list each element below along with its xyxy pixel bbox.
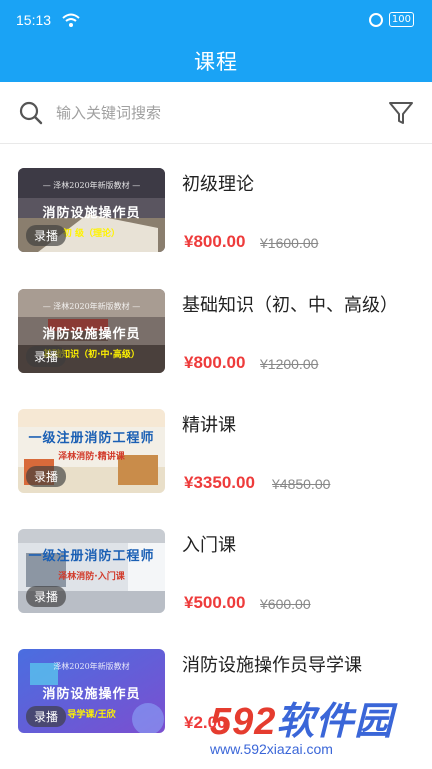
course-price: ¥2.00 (184, 713, 227, 732)
status-bar: 15:13 100 (0, 0, 432, 42)
page-title: 课程 (194, 50, 238, 74)
course-original-price: ¥600.00 (260, 596, 311, 612)
thumb-caption: 泽林2020年新版教材 (53, 662, 130, 671)
course-thumbnail[interactable]: 一级注册消防工程师 泽林消防·精讲课 录播 (18, 409, 165, 493)
course-price: ¥800.00 (184, 353, 246, 372)
thumb-caption: — 泽林2020年新版教材 — (42, 302, 141, 311)
recorded-badge: 录播 (26, 346, 67, 367)
alarm-icon (368, 12, 383, 27)
course-title[interactable]: 基础知识（初、中、高级） (182, 291, 398, 317)
course-original-price: ¥4850.00 (272, 476, 331, 492)
course-item[interactable]: 泽林2020年新版教材 消防设施操作员 导学课/王欣 录播 消防设施操作员导学课… (0, 649, 432, 769)
thumb-title: 一级注册消防工程师 (28, 431, 155, 446)
status-time: 15:13 (16, 12, 52, 28)
app-header: 课程 (0, 42, 432, 82)
thumb-subtitle: 泽林消防·入门课 (58, 572, 125, 582)
thumb-title: 消防设施操作员 (42, 687, 141, 702)
course-price: ¥500.00 (184, 593, 246, 612)
course-item[interactable]: — 泽林2020年新版教材 — 消防设施操作员 基础知识（初·中·高级） 录播 … (0, 289, 432, 409)
battery-icon: 100 (388, 12, 414, 27)
search-bar (0, 82, 432, 144)
course-item[interactable]: 一级注册消防工程师 泽林消防·入门课 录播 入门课 ¥500.00 ¥600.0… (0, 529, 432, 649)
course-thumbnail[interactable]: 泽林2020年新版教材 消防设施操作员 导学课/王欣 录播 (18, 649, 165, 733)
course-thumbnail[interactable]: 一级注册消防工程师 泽林消防·入门课 录播 (18, 529, 165, 613)
thumb-subtitle: 泽林消防·精讲课 (58, 452, 125, 462)
search-input[interactable] (56, 100, 356, 126)
thumb-caption: — 泽林2020年新版教材 — (42, 181, 141, 190)
recorded-badge: 录播 (26, 466, 67, 487)
course-item[interactable]: — 泽林2020年新版教材 — 消防设施操作员 初 级（理论） 录播 初级理论 … (0, 168, 432, 288)
thumb-title: 一级注册消防工程师 (28, 549, 155, 564)
search-icon[interactable] (18, 100, 44, 130)
recorded-badge: 录播 (26, 706, 67, 727)
course-thumbnail[interactable]: — 泽林2020年新版教材 — 消防设施操作员 基础知识（初·中·高级） 录播 (18, 289, 165, 373)
wifi-icon (60, 12, 82, 31)
filter-icon[interactable] (388, 100, 414, 130)
course-title[interactable]: 精讲课 (182, 411, 236, 437)
course-item[interactable]: 一级注册消防工程师 泽林消防·精讲课 录播 精讲课 ¥3350.00 ¥4850… (0, 409, 432, 529)
course-title[interactable]: 初级理论 (182, 170, 254, 196)
course-original-price: ¥1200.00 (260, 356, 319, 372)
course-thumbnail[interactable]: — 泽林2020年新版教材 — 消防设施操作员 初 级（理论） 录播 (18, 168, 165, 252)
course-price: ¥800.00 (184, 232, 246, 251)
recorded-badge: 录播 (26, 225, 67, 246)
course-title[interactable]: 入门课 (182, 531, 236, 557)
recorded-badge: 录播 (26, 586, 67, 607)
thumb-title: 消防设施操作员 (42, 327, 141, 342)
course-original-price: ¥1600.00 (260, 235, 319, 251)
course-price: ¥3350.00 (184, 473, 255, 492)
thumb-title: 消防设施操作员 (42, 206, 141, 221)
course-title[interactable]: 消防设施操作员导学课 (182, 651, 362, 677)
